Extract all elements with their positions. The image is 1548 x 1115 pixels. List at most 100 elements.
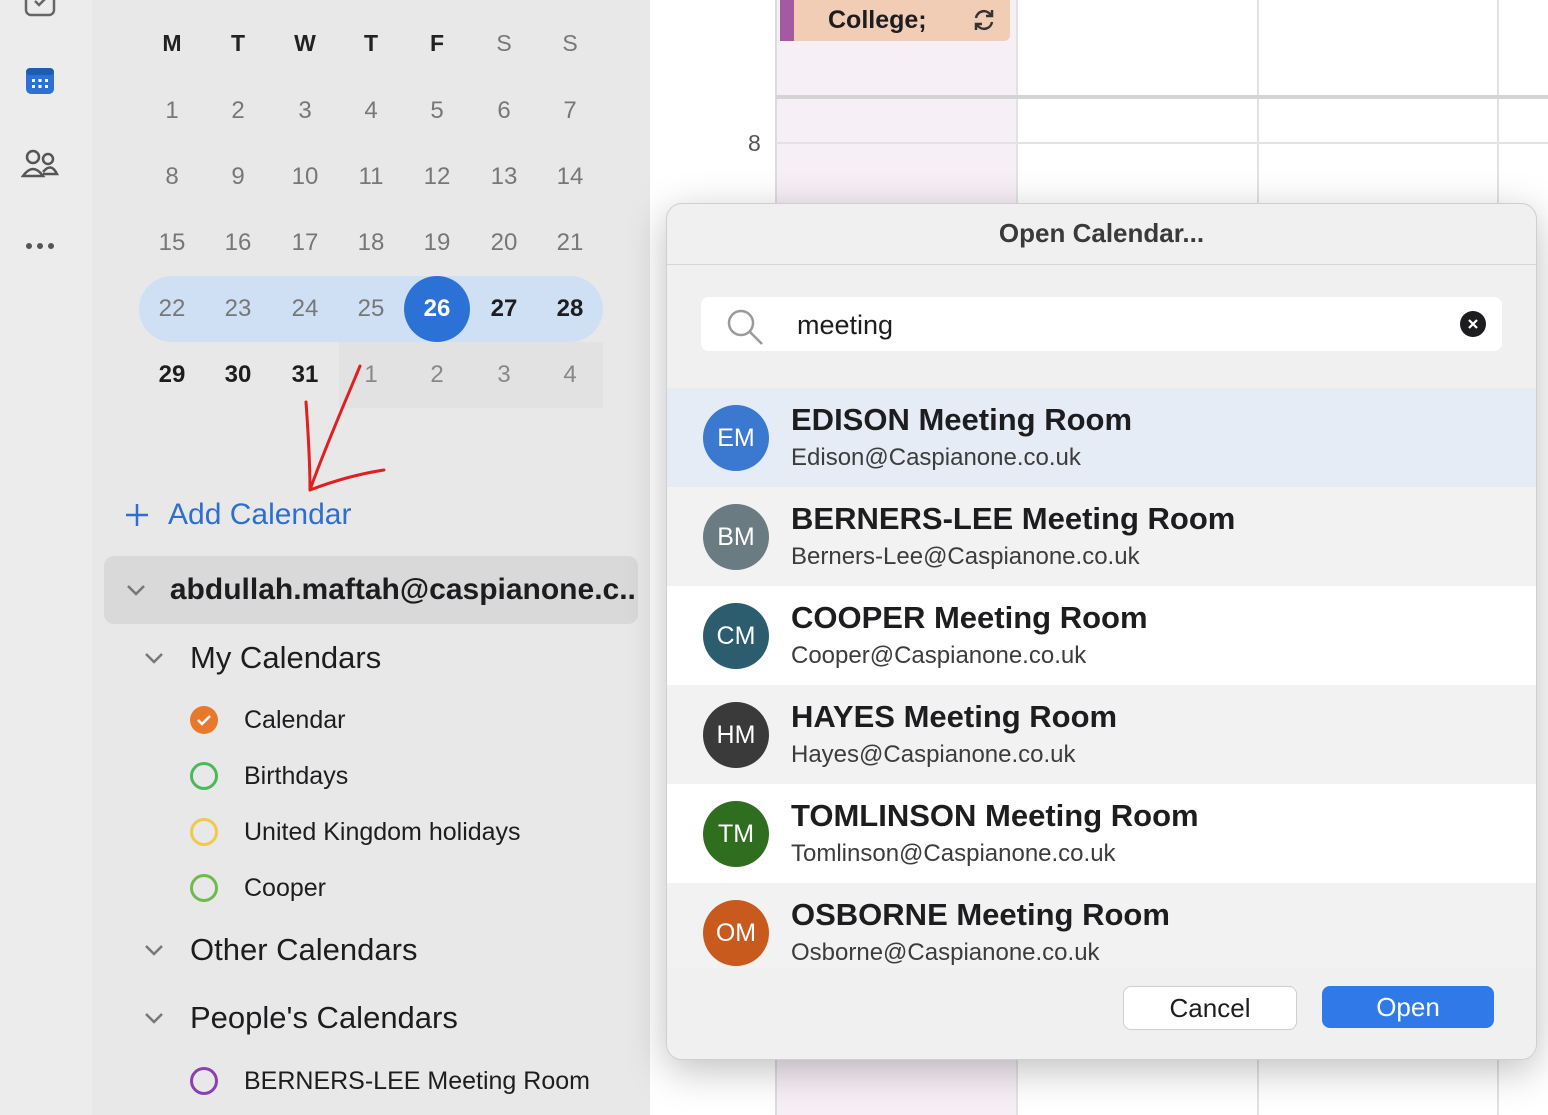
- chevron-down-icon[interactable]: [136, 651, 172, 665]
- mini-day[interactable]: 21: [545, 218, 595, 268]
- mini-day[interactable]: 22: [147, 284, 197, 334]
- unchecked-circle-icon[interactable]: [190, 1067, 218, 1095]
- clear-search-icon[interactable]: [1460, 311, 1486, 337]
- weekday-label: F: [429, 30, 445, 56]
- mini-day[interactable]: 24: [280, 284, 330, 334]
- calendar-item-label: Calendar: [244, 705, 346, 734]
- mini-day[interactable]: 4: [545, 350, 595, 400]
- chevron-down-icon[interactable]: [118, 583, 154, 597]
- result-item[interactable]: BM BERNERS-LEE Meeting Room Berners-Lee@…: [667, 487, 1536, 586]
- my-calendars-label: My Calendars: [190, 640, 382, 675]
- mini-day[interactable]: 8: [147, 152, 197, 202]
- weekday-label: S: [562, 30, 578, 56]
- calendar-item[interactable]: Cooper: [190, 868, 326, 908]
- calendar-item[interactable]: Birthdays: [190, 756, 348, 796]
- calendar-item-label: Cooper: [244, 873, 326, 902]
- tasks-icon[interactable]: [20, 0, 60, 24]
- unchecked-circle-icon[interactable]: [190, 874, 218, 902]
- calendar-event[interactable]: College;: [780, 0, 1010, 41]
- mini-day[interactable]: 9: [213, 152, 263, 202]
- avatar: TM: [703, 801, 769, 867]
- hour-label: 8: [748, 130, 761, 156]
- mini-day[interactable]: 28: [545, 284, 595, 334]
- result-item[interactable]: TM TOMLINSON Meeting Room Tomlinson@Casp…: [667, 784, 1536, 883]
- app-rail: [0, 0, 92, 1115]
- result-name: COOPER Meeting Room: [791, 600, 1148, 635]
- mini-day[interactable]: 13: [479, 152, 529, 202]
- mini-day[interactable]: 25: [346, 284, 396, 334]
- search-field[interactable]: [701, 297, 1502, 351]
- mini-day[interactable]: 16: [213, 218, 263, 268]
- avatar: CM: [703, 603, 769, 669]
- mini-day[interactable]: 29: [147, 350, 197, 400]
- result-email: Osborne@Caspianone.co.uk: [791, 939, 1100, 966]
- result-email: Tomlinson@Caspianone.co.uk: [791, 840, 1116, 867]
- calendar-item[interactable]: United Kingdom holidays: [190, 812, 521, 852]
- mini-day[interactable]: 4: [346, 86, 396, 136]
- mini-day[interactable]: 17: [280, 218, 330, 268]
- my-calendars-section[interactable]: My Calendars: [136, 636, 381, 680]
- open-calendar-dialog: Open Calendar... EM EDISON Meeting Room …: [666, 203, 1537, 1060]
- mini-day[interactable]: 15: [147, 218, 197, 268]
- mini-day[interactable]: 10: [280, 152, 330, 202]
- calendar-item[interactable]: BERNERS-LEE Meeting Room: [190, 1061, 590, 1101]
- result-email: Edison@Caspianone.co.uk: [791, 444, 1081, 471]
- mini-day[interactable]: 11: [346, 152, 396, 202]
- result-email: Berners-Lee@Caspianone.co.uk: [791, 543, 1140, 570]
- more-icon[interactable]: [20, 226, 60, 266]
- mini-day[interactable]: 2: [213, 86, 263, 136]
- plus-icon: [126, 504, 148, 526]
- mini-day[interactable]: 5: [412, 86, 462, 136]
- open-button[interactable]: Open: [1322, 986, 1494, 1028]
- mini-day-today[interactable]: 26: [404, 276, 470, 342]
- event-title: College;: [828, 6, 927, 34]
- result-item[interactable]: CM COOPER Meeting Room Cooper@Caspianone…: [667, 586, 1536, 685]
- mini-day[interactable]: 2: [412, 350, 462, 400]
- result-name: BERNERS-LEE Meeting Room: [791, 501, 1236, 536]
- calendar-item[interactable]: Calendar: [190, 700, 345, 740]
- mini-day[interactable]: 3: [280, 86, 330, 136]
- chevron-down-icon[interactable]: [136, 1011, 172, 1025]
- calendar-item-label: BERNERS-LEE Meeting Room: [244, 1066, 590, 1095]
- other-calendars-section[interactable]: Other Calendars: [136, 928, 417, 972]
- account-group[interactable]: abdullah.maftah@caspianone.c..: [104, 556, 638, 624]
- result-name: OSBORNE Meeting Room: [791, 897, 1170, 932]
- annotation-arrow: [304, 364, 386, 492]
- people-icon[interactable]: [20, 144, 60, 184]
- result-item[interactable]: OM OSBORNE Meeting Room Osborne@Caspiano…: [667, 883, 1536, 968]
- peoples-calendars-section[interactable]: People's Calendars: [136, 996, 458, 1040]
- results-list[interactable]: EM EDISON Meeting Room Edison@Caspianone…: [667, 388, 1536, 968]
- chevron-down-icon[interactable]: [136, 943, 172, 957]
- mini-day[interactable]: 1: [147, 86, 197, 136]
- result-item[interactable]: EM EDISON Meeting Room Edison@Caspianone…: [667, 388, 1536, 487]
- mini-day[interactable]: 12: [412, 152, 462, 202]
- mini-day[interactable]: 30: [213, 350, 263, 400]
- calendar-icon[interactable]: [20, 61, 60, 101]
- calendar-item-label: Birthdays: [244, 761, 349, 790]
- avatar: EM: [703, 405, 769, 471]
- unchecked-circle-icon[interactable]: [190, 818, 218, 846]
- mini-day[interactable]: 20: [479, 218, 529, 268]
- account-email: abdullah.maftah@caspianone.c..: [169, 573, 636, 606]
- mini-day[interactable]: 27: [479, 284, 529, 334]
- weekday-label: S: [496, 30, 512, 56]
- result-name: HAYES Meeting Room: [791, 699, 1118, 734]
- checked-circle-icon[interactable]: [190, 706, 218, 734]
- mini-day[interactable]: 19: [412, 218, 462, 268]
- mini-day[interactable]: 14: [545, 152, 595, 202]
- mini-day[interactable]: 7: [545, 86, 595, 136]
- result-item[interactable]: HM HAYES Meeting Room Hayes@Caspianone.c…: [667, 685, 1536, 784]
- mini-day[interactable]: 18: [346, 218, 396, 268]
- mini-day[interactable]: 6: [479, 86, 529, 136]
- mini-day[interactable]: 23: [213, 284, 263, 334]
- cancel-button[interactable]: Cancel: [1123, 986, 1297, 1030]
- unchecked-circle-icon[interactable]: [190, 762, 218, 790]
- weekday-label: W: [294, 30, 316, 56]
- mini-day[interactable]: 3: [479, 350, 529, 400]
- search-icon: [725, 307, 765, 352]
- avatar: HM: [703, 702, 769, 768]
- result-email: Hayes@Caspianone.co.uk: [791, 741, 1076, 768]
- other-calendars-label: Other Calendars: [190, 932, 418, 967]
- dialog-title: Open Calendar...: [667, 204, 1536, 265]
- search-input[interactable]: [795, 305, 1439, 345]
